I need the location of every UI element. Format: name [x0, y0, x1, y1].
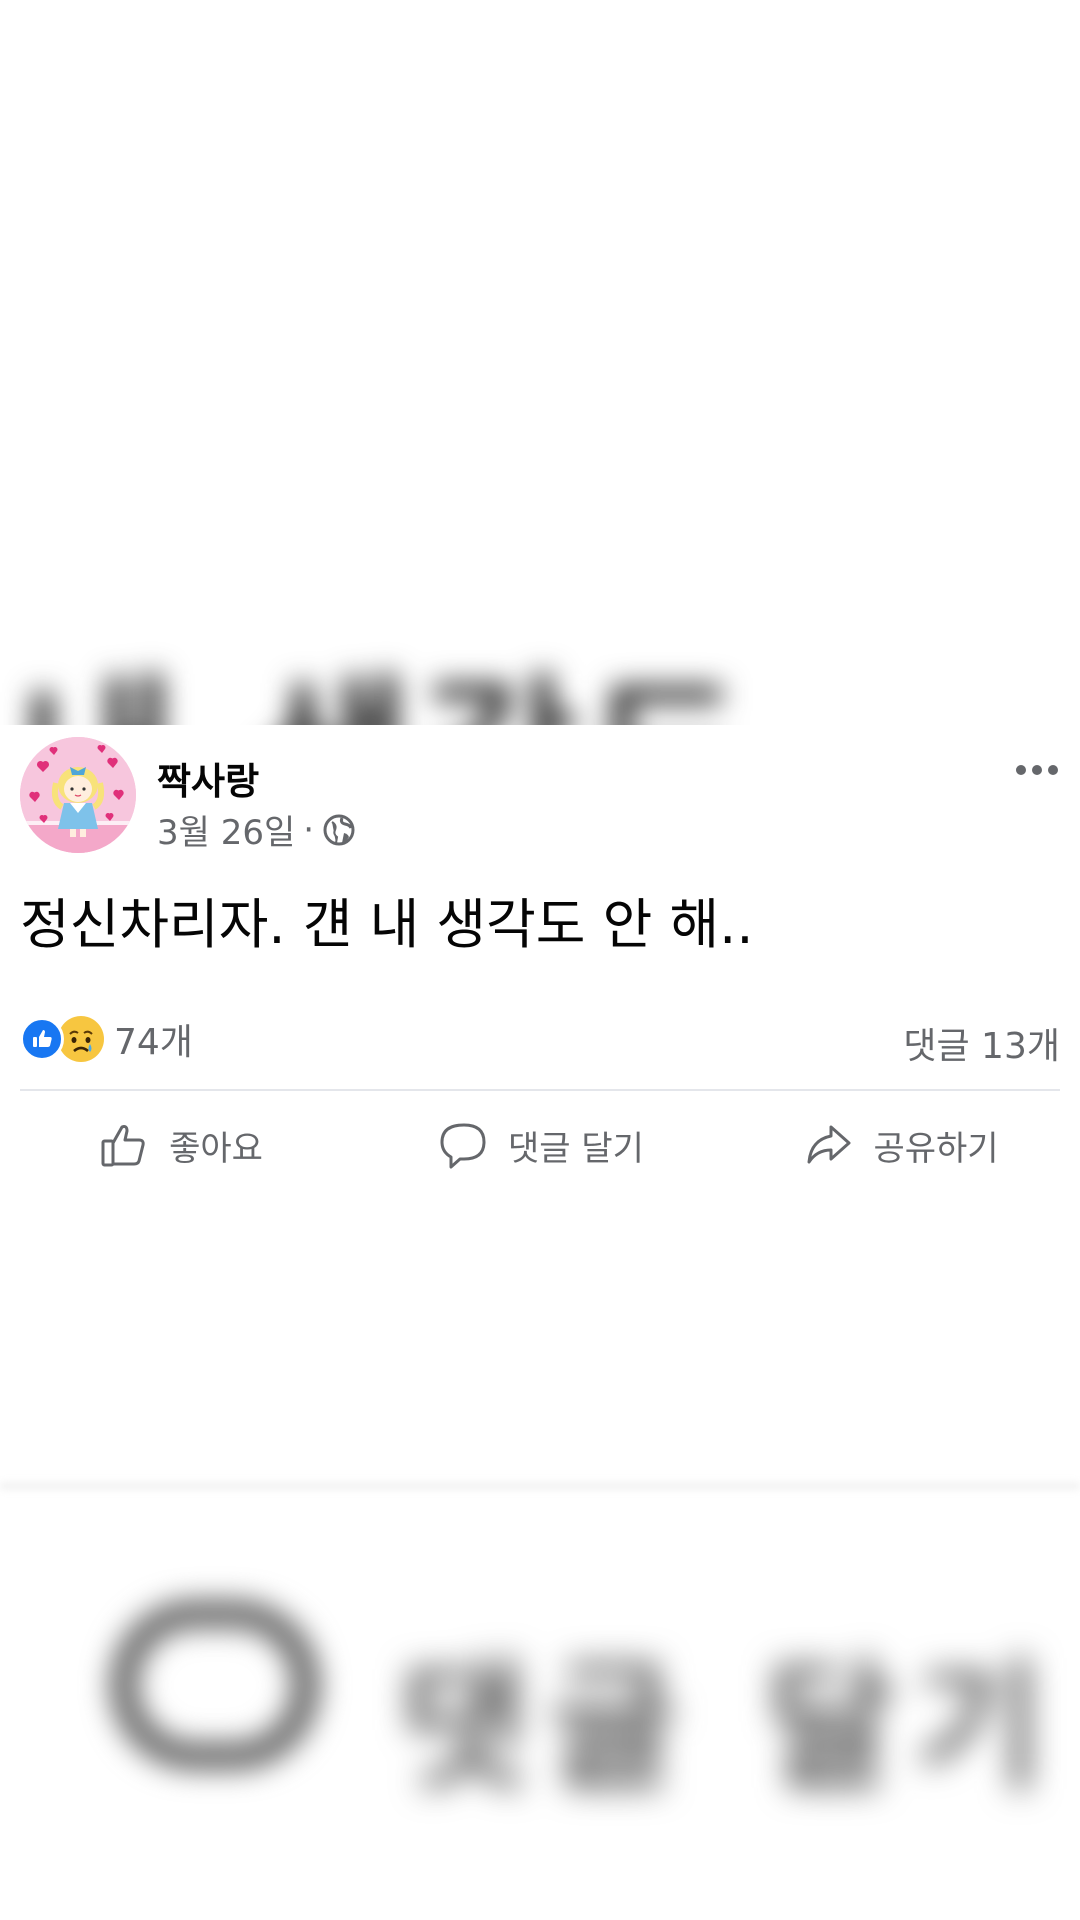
- meta-separator: ·: [303, 809, 315, 850]
- more-options-icon[interactable]: [1016, 765, 1058, 775]
- like-label: 좋아요: [169, 1128, 263, 1169]
- blurred-comment-icon: [110, 1600, 320, 1770]
- comment-icon: [440, 1123, 486, 1169]
- avatar-illustration: [20, 737, 136, 853]
- blurred-background-bottom: 댓글 달기: [0, 1560, 1080, 1840]
- blurred-divider: [0, 1483, 1080, 1489]
- blurred-background-top: 내 생각도: [0, 600, 1080, 725]
- share-button[interactable]: 공유하기: [720, 1105, 1080, 1185]
- more-dot: [1016, 765, 1026, 775]
- author-name[interactable]: 짝사랑: [157, 751, 259, 805]
- post-card: 짝사랑 3월 26일 · 정신차리자. 걘 내 생각도 안 해.. 74개 댓글…: [0, 725, 1080, 1185]
- like-button[interactable]: 좋아요: [0, 1105, 360, 1185]
- action-bar: 좋아요 댓글 달기 공유하기: [0, 1105, 1080, 1185]
- share-icon: [807, 1125, 851, 1164]
- globe-icon: [322, 813, 356, 847]
- reactions-summary[interactable]: 74개: [20, 1013, 193, 1065]
- blurred-background-text: 댓글 달기: [400, 1647, 1064, 1810]
- share-label: 공유하기: [873, 1128, 999, 1169]
- more-dot: [1048, 765, 1058, 775]
- thumbs-up-icon: [101, 1125, 145, 1167]
- comments-count[interactable]: 댓글 13개: [903, 1017, 1060, 1069]
- post-text: 정신차리자. 걘 내 생각도 안 해..: [20, 893, 754, 956]
- screen: 내 생각도: [0, 0, 1080, 1920]
- post-meta: 3월 26일 ·: [157, 805, 356, 854]
- comment-button[interactable]: 댓글 달기: [360, 1105, 720, 1185]
- post-date[interactable]: 3월 26일: [157, 805, 295, 854]
- divider: [20, 1089, 1060, 1091]
- blurred-background-text: 내 생각도: [20, 620, 755, 725]
- like-icon: [20, 1017, 64, 1061]
- avatar[interactable]: [20, 737, 136, 853]
- more-dot: [1032, 765, 1042, 775]
- sad-icon: [58, 1016, 104, 1062]
- reaction-count: 74개: [114, 1022, 193, 1063]
- comment-label: 댓글 달기: [508, 1128, 644, 1169]
